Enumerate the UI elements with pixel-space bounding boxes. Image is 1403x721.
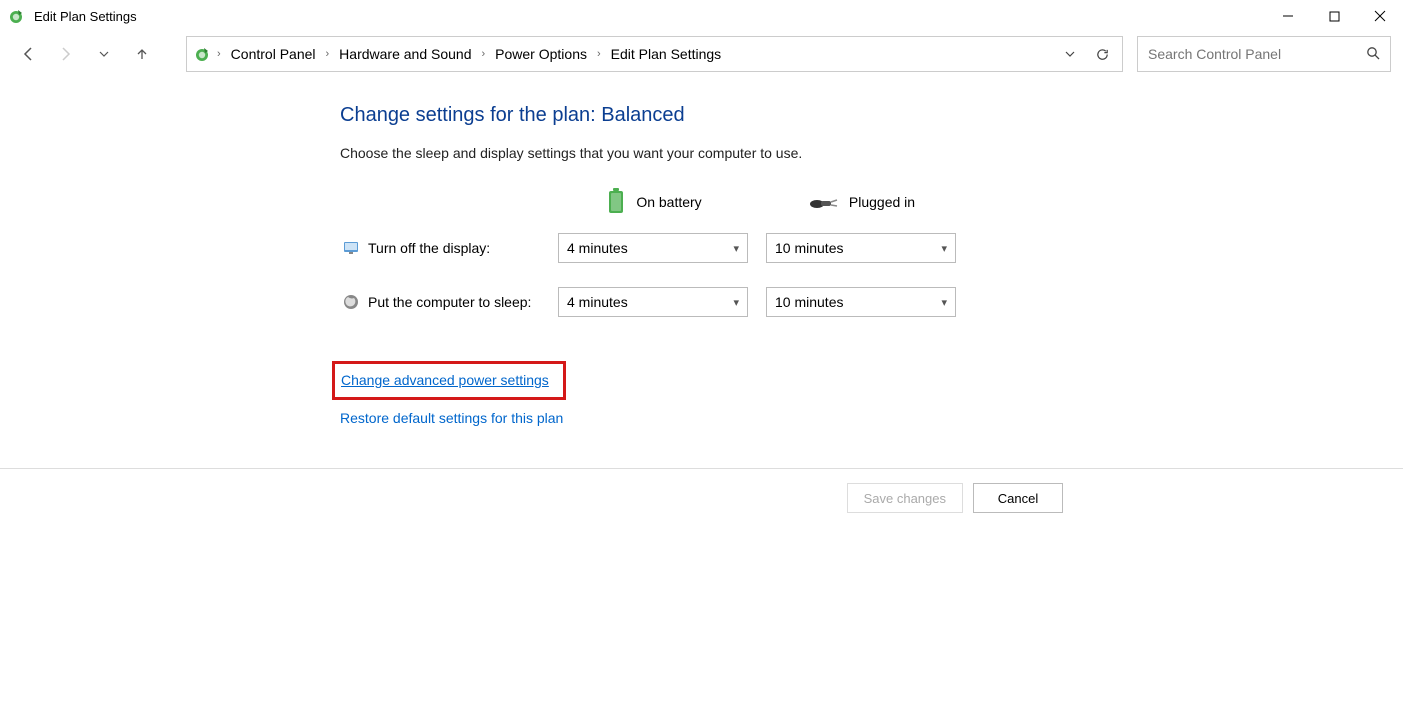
display-icon	[342, 239, 360, 257]
breadcrumb-hardware-sound[interactable]: Hardware and Sound	[333, 44, 477, 64]
page-subheading: Choose the sleep and display settings th…	[340, 145, 1403, 161]
plug-icon	[809, 192, 839, 213]
search-input[interactable]	[1148, 46, 1366, 62]
save-button[interactable]: Save changes	[847, 483, 963, 513]
sleep-plugged-value: 10 minutes	[775, 294, 843, 310]
title-bar: Edit Plan Settings	[0, 0, 1403, 32]
row-sleep-label: Put the computer to sleep:	[368, 294, 531, 310]
address-dropdown[interactable]	[1056, 40, 1084, 68]
address-bar[interactable]: › Control Panel › Hardware and Sound › P…	[186, 36, 1123, 72]
display-plugged-value: 10 minutes	[775, 240, 843, 256]
sleep-battery-select[interactable]: 4 minutes ▾	[558, 287, 748, 317]
recent-dropdown[interactable]	[88, 38, 120, 70]
back-button[interactable]	[12, 38, 44, 70]
restore-defaults-link[interactable]: Restore default settings for this plan	[340, 410, 563, 426]
up-button[interactable]	[126, 38, 158, 70]
display-battery-value: 4 minutes	[567, 240, 628, 256]
power-settings-table: On battery Plugged in	[342, 183, 1403, 329]
maximize-button[interactable]	[1311, 0, 1357, 32]
cancel-button[interactable]: Cancel	[973, 483, 1063, 513]
search-box[interactable]	[1137, 36, 1391, 72]
breadcrumb-separator: ›	[326, 48, 330, 60]
breadcrumb-separator: ›	[481, 48, 485, 60]
sleep-plugged-select[interactable]: 10 minutes ▾	[766, 287, 956, 317]
row-sleep: Put the computer to sleep: 4 minutes ▾ 1…	[342, 275, 1403, 329]
links-section: Change advanced power settings Restore d…	[340, 361, 1403, 442]
chevron-down-icon: ▾	[733, 242, 739, 255]
row-display: Turn off the display: 4 minutes ▾ 10 min…	[342, 221, 1403, 275]
row-display-label: Turn off the display:	[368, 240, 490, 256]
highlight-annotation: Change advanced power settings	[332, 361, 566, 400]
search-icon	[1366, 46, 1380, 63]
breadcrumb-separator: ›	[217, 48, 221, 60]
battery-icon	[606, 188, 626, 217]
close-button[interactable]	[1357, 0, 1403, 32]
column-plugged-label: Plugged in	[849, 194, 915, 210]
breadcrumb-separator: ›	[597, 48, 601, 60]
display-plugged-select[interactable]: 10 minutes ▾	[766, 233, 956, 263]
main-content: Change settings for the plan: Balanced C…	[0, 76, 1403, 442]
address-bar-icon	[193, 44, 213, 64]
footer-buttons: Save changes Cancel	[0, 469, 1403, 513]
breadcrumb-power-options[interactable]: Power Options	[489, 44, 593, 64]
app-icon	[8, 7, 26, 25]
display-battery-select[interactable]: 4 minutes ▾	[558, 233, 748, 263]
chevron-down-icon: ▾	[733, 296, 739, 309]
column-battery-label: On battery	[636, 194, 701, 210]
chevron-down-icon: ▾	[941, 296, 947, 309]
column-header-plugged: Plugged in	[766, 192, 958, 213]
forward-button[interactable]	[50, 38, 82, 70]
column-header-battery: On battery	[558, 188, 750, 217]
breadcrumb-control-panel[interactable]: Control Panel	[225, 44, 322, 64]
sleep-battery-value: 4 minutes	[567, 294, 628, 310]
refresh-button[interactable]	[1088, 40, 1116, 68]
navigation-row: › Control Panel › Hardware and Sound › P…	[0, 32, 1403, 76]
minimize-button[interactable]	[1265, 0, 1311, 32]
sleep-icon	[342, 293, 360, 311]
chevron-down-icon: ▾	[941, 242, 947, 255]
breadcrumb-edit-plan[interactable]: Edit Plan Settings	[605, 44, 728, 64]
advanced-settings-link[interactable]: Change advanced power settings	[341, 372, 549, 388]
window-title: Edit Plan Settings	[34, 9, 137, 24]
page-heading: Change settings for the plan: Balanced	[340, 104, 1403, 127]
